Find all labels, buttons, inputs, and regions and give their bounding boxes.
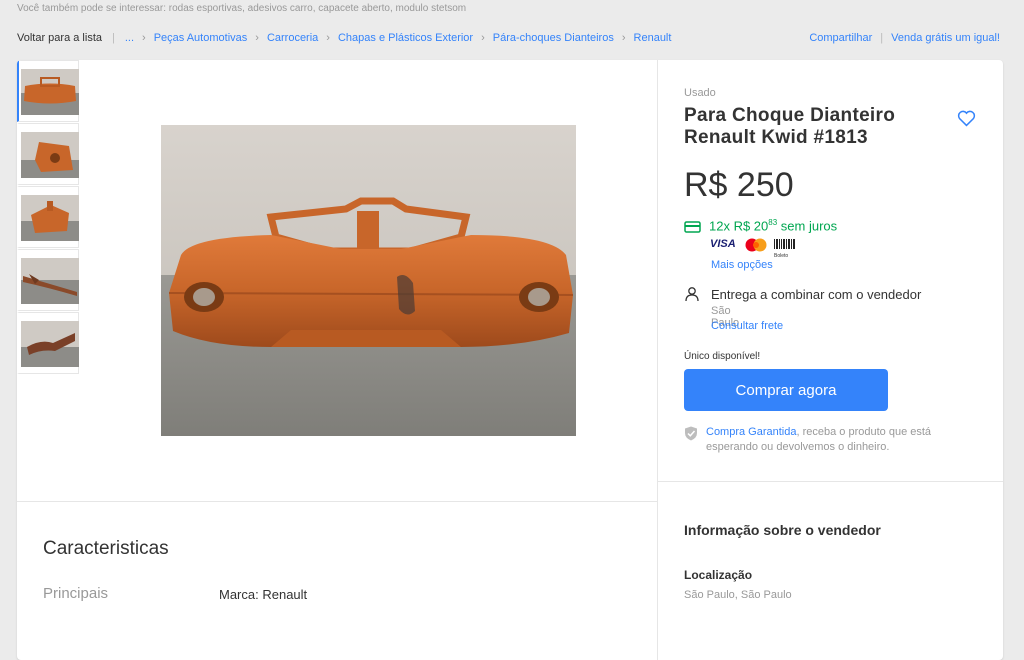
divider (657, 60, 658, 660)
more-options-link[interactable]: Mais opções (711, 259, 773, 271)
delivery-text: Entrega a combinar com o vendedor (711, 287, 922, 302)
stock-label: Único disponível! (684, 351, 761, 362)
brand-value: Marca: Renault (219, 587, 308, 602)
boleto-icon: Boleto (774, 236, 796, 259)
breadcrumb-item-renault[interactable]: Renault (634, 32, 672, 44)
chevron-right-icon: › (326, 32, 330, 44)
thumbnail-1[interactable] (17, 60, 79, 122)
divider (658, 481, 1003, 482)
divider (17, 501, 657, 502)
product-card: Usado Para Choque Dianteiro Renault Kwid… (17, 60, 1003, 660)
buy-now-button[interactable]: Comprar agora (684, 369, 888, 411)
barcode-icon (774, 239, 795, 249)
separator: | (880, 32, 884, 44)
thumbnail-5[interactable] (17, 312, 79, 374)
breadcrumb: Voltar para a lista |... › Peças Automotiva… (17, 32, 1000, 46)
thumbnail-3[interactable] (17, 186, 79, 248)
thumbnail-2[interactable] (17, 123, 79, 185)
product-title: Para Choque Dianteiro Renault Kwid #1813 (684, 105, 896, 148)
share-link[interactable]: Compartilhar (809, 32, 872, 44)
chevron-right-icon: › (481, 32, 485, 44)
shield-icon (685, 426, 697, 441)
person-icon (685, 287, 699, 302)
boleto-label: Boleto (774, 253, 789, 259)
separator: | (112, 32, 115, 44)
breadcrumb-ellipsis[interactable]: ... (125, 32, 134, 44)
location-value: São Paulo, São Paulo (684, 589, 792, 601)
breadcrumb-item-pecas[interactable]: Peças Automotivas (154, 32, 248, 44)
product-photo (161, 125, 576, 436)
guarantee-link[interactable]: Compra Garantida (706, 426, 797, 438)
installments-info: 12x R$ 2083 sem juros (684, 218, 837, 233)
credit-card-icon (684, 221, 701, 233)
heart-icon[interactable] (957, 110, 976, 127)
bumper-front-thumb-icon (21, 69, 79, 115)
location-label: Localização (684, 568, 753, 582)
installments-prefix: 12x R$ 20 (709, 218, 769, 234)
chevron-right-icon: › (621, 32, 626, 44)
sell-link[interactable]: Venda grátis um igual! (891, 32, 1000, 44)
breadcrumb-item-carroceria[interactable]: Carroceria (267, 32, 318, 44)
chevron-right-icon: › (142, 32, 146, 44)
header-actions: Compartilhar | Venda grátis um igual! (809, 32, 1000, 44)
bumper-angle-thumb-icon (21, 195, 79, 241)
price: R$ 250 (684, 166, 794, 204)
installments-cents: 83 (768, 218, 778, 227)
chevron-right-icon: › (255, 32, 259, 44)
breadcrumb-item-parachoques[interactable]: Pára-choques Dianteiros (493, 32, 614, 44)
bumper-back-thumb-icon (21, 258, 79, 304)
thumbnail-4[interactable] (17, 249, 79, 311)
bumper-side-thumb-icon (21, 132, 79, 178)
characteristics-title: Caracteristicas (43, 538, 169, 559)
guarantee-text: Compra Garantida, receba o produto que e… (706, 425, 966, 455)
mastercard-icon (745, 238, 767, 252)
characteristics-section: Principais (43, 585, 109, 602)
back-to-list-link[interactable]: Voltar para a lista (17, 32, 102, 44)
visa-icon: VISA (710, 238, 736, 250)
condition-label: Usado (684, 87, 716, 99)
breadcrumb-item-chapas[interactable]: Chapas e Plásticos Exterior (338, 32, 473, 44)
seller-info-title: Informação sobre o vendedor (684, 522, 881, 538)
installments-suffix: sem juros (777, 218, 838, 234)
interest-text: Você também pode se interessar: rodas es… (17, 3, 467, 14)
bumper-detail-thumb-icon (21, 321, 79, 367)
consult-freight-link[interactable]: Consultar frete (711, 320, 783, 332)
